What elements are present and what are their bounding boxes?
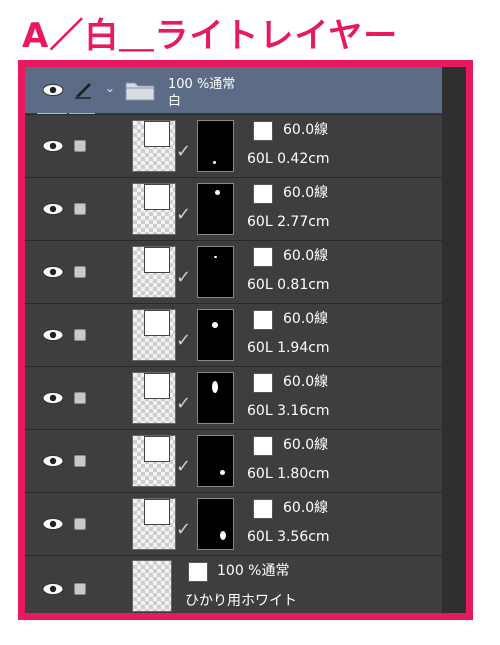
eye-icon[interactable] [42,84,64,96]
line-layer-icon [253,436,273,456]
line-layer-icon [253,121,273,141]
folder-icon [125,82,155,101]
lock-checkbox[interactable] [74,392,86,404]
layer-type-icon [144,436,170,462]
layer-mask-thumbnail [197,498,234,550]
line-layer-icon [253,247,273,267]
pen-icon[interactable] [73,79,93,99]
layer-detail: 60L 1.80cm [247,466,330,482]
layer-mask-thumbnail [197,120,234,172]
layer-detail: 60L 3.16cm [247,403,330,419]
layer-name: ひかり用ホワイト [185,593,297,609]
line-layer-icon [253,184,273,204]
layer-opacity: 60.0線 [283,248,329,264]
layer-opacity: 60.0線 [283,374,329,390]
folder-name: 白 [168,94,182,109]
lock-checkbox[interactable] [74,583,86,595]
layer-panel: ⌄ 100 %通常 白 ✓ 60.0線 60L 0.42cm ✓ 60.0線 6… [18,60,473,620]
lock-checkbox[interactable] [74,329,86,341]
layer-mask-thumbnail [197,309,234,361]
lock-checkbox[interactable] [74,518,86,530]
layer-row[interactable]: ✓ 60.0線 60L 1.94cm [25,303,442,366]
layer-detail: 60L 3.56cm [247,529,330,545]
clip-check-icon: ✓ [176,330,192,351]
layer-row[interactable]: ✓ 60.0線 60L 1.80cm [25,429,442,492]
layer-mask-thumbnail [197,435,234,487]
eye-icon[interactable] [42,455,64,467]
layer-opacity: 60.0線 [283,311,329,327]
base-layer-row[interactable]: 100 %通常 ひかり用ホワイト [25,555,442,613]
layer-row[interactable]: ✓ 60.0線 60L 0.81cm [25,240,442,303]
lock-checkbox[interactable] [74,140,86,152]
line-layer-icon [253,310,273,330]
scrollbar[interactable] [442,67,466,613]
clip-check-icon: ✓ [176,456,192,477]
layer-detail: 60L 2.77cm [247,214,330,230]
eye-icon[interactable] [42,266,64,278]
layer-mask-thumbnail [197,246,234,298]
layer-detail: 60L 1.94cm [247,340,330,356]
layer-opacity: 60.0線 [283,122,329,138]
eye-icon[interactable] [42,329,64,341]
layer-row[interactable]: ✓ 60.0線 60L 0.42cm [25,114,442,177]
eye-icon[interactable] [42,140,64,152]
clip-check-icon: ✓ [176,204,192,225]
layer-type-icon [144,310,170,336]
layer-mask-thumbnail [197,372,234,424]
layer-row[interactable]: ✓ 60.0線 60L 3.56cm [25,492,442,555]
layer-detail: 60L 0.81cm [247,277,330,293]
layer-row[interactable]: ✓ 60.0線 60L 3.16cm [25,366,442,429]
clip-check-icon: ✓ [176,267,192,288]
eye-icon[interactable] [42,203,64,215]
lock-checkbox[interactable] [74,203,86,215]
clip-check-icon: ✓ [176,519,192,540]
layer-type-icon [144,121,170,147]
lock-checkbox[interactable] [74,455,86,467]
layer-opacity: 60.0線 [283,500,329,516]
layer-opacity: 60.0線 [283,185,329,201]
layer-type-icon [144,184,170,210]
layer-blend-mode: 100 %通常 [217,563,290,579]
chevron-down-icon[interactable]: ⌄ [105,81,115,95]
layer-detail: 60L 0.42cm [247,151,330,167]
page-caption: A／白＿ライトレイヤー [22,16,399,56]
lock-checkbox[interactable] [74,266,86,278]
layer-type-icon [144,373,170,399]
layer-opacity: 60.0線 [283,437,329,453]
layer-type-icon [144,247,170,273]
eye-icon[interactable] [42,583,64,595]
line-layer-icon [253,373,273,393]
clip-check-icon: ✓ [176,141,192,162]
layer-folder-row[interactable]: ⌄ 100 %通常 白 [25,67,442,113]
layer-thumbnail [132,560,172,612]
clip-check-icon: ✓ [176,393,192,414]
layer-row[interactable]: ✓ 60.0線 60L 2.77cm [25,177,442,240]
eye-icon[interactable] [42,392,64,404]
line-layer-icon [253,499,273,519]
layer-type-icon [144,499,170,525]
raster-layer-icon [188,562,208,582]
layer-mask-thumbnail [197,183,234,235]
eye-icon[interactable] [42,518,64,530]
